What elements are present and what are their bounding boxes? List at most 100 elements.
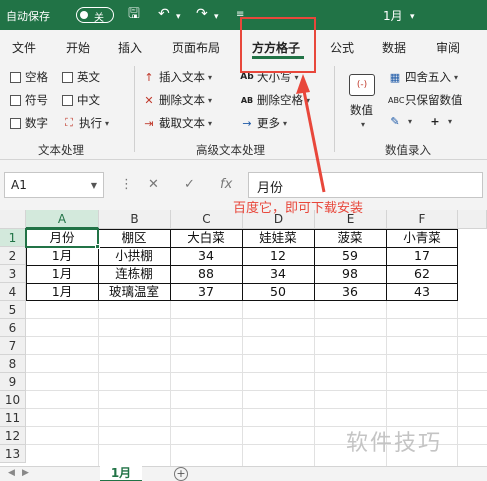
row-header[interactable]: 6 — [0, 319, 26, 337]
checkbox-space[interactable]: 空格 — [10, 69, 48, 85]
fill-handle[interactable] — [95, 244, 100, 249]
autosave-state: 关 — [94, 13, 104, 24]
name-box[interactable]: A1 ▼ — [4, 172, 104, 198]
tab-home[interactable]: 开始 — [66, 39, 90, 56]
tab-formulas[interactable]: 公式 — [330, 39, 354, 56]
gridline — [26, 408, 487, 409]
row-header[interactable]: 4 — [0, 283, 26, 301]
cell-b2[interactable]: 小拱棚 — [98, 247, 170, 265]
redo-dropdown-icon[interactable]: ▾ — [214, 8, 219, 26]
workbook-title: 1月 — [383, 9, 403, 23]
gridline — [26, 354, 487, 355]
cell-d4[interactable]: 50 — [242, 283, 314, 301]
undo-icon[interactable]: ↶ — [158, 5, 170, 23]
row-header[interactable]: 12 — [0, 427, 26, 445]
spreadsheet-grid: A B C D E F 1 2 3 4 5 6 7 8 9 10 11 12 1… — [0, 210, 487, 466]
chevron-down-icon[interactable]: ▼ — [91, 181, 97, 190]
checkbox-chinese[interactable]: 中文 — [62, 92, 100, 108]
cell-b1[interactable]: 棚区 — [98, 229, 170, 247]
row-header[interactable]: 9 — [0, 373, 26, 391]
gridline — [26, 390, 487, 391]
function-icon[interactable]: fx — [220, 177, 232, 192]
enter-icon[interactable]: ✓ — [184, 177, 195, 192]
row-header[interactable]: 7 — [0, 337, 26, 355]
cell-c2[interactable]: 34 — [170, 247, 242, 265]
cell-b3[interactable]: 连栋棚 — [98, 265, 170, 283]
cell-e2[interactable]: 59 — [314, 247, 386, 265]
cell-f3[interactable]: 62 — [386, 265, 458, 283]
delete-space-button[interactable]: AB 删除空格 ▾ — [240, 92, 310, 108]
cell-d3[interactable]: 34 — [242, 265, 314, 283]
row-header[interactable]: 2 — [0, 247, 26, 265]
cell-f1[interactable]: 小青菜 — [386, 229, 458, 247]
column-header-g[interactable] — [458, 210, 487, 229]
save-icon[interactable]: 🖫 — [128, 5, 140, 23]
column-header-a[interactable]: A — [26, 210, 99, 229]
row-header[interactable]: 8 — [0, 355, 26, 373]
cell-f2[interactable]: 17 — [386, 247, 458, 265]
cell-f4[interactable]: 43 — [386, 283, 458, 301]
row-header[interactable]: 1 — [0, 229, 26, 247]
row-header[interactable]: 10 — [0, 391, 26, 409]
cancel-icon[interactable]: ✕ — [148, 177, 159, 192]
add-sheet-icon[interactable]: + — [174, 467, 188, 481]
keep-values-icon: ABC — [388, 95, 405, 105]
row-header[interactable]: 5 — [0, 301, 26, 319]
insert-text-button[interactable]: ↑ 插入文本 ▾ — [142, 69, 212, 85]
cell-a2[interactable]: 1月 — [26, 247, 98, 265]
cell-c3[interactable]: 88 — [170, 265, 242, 283]
tab-file[interactable]: 文件 — [12, 39, 36, 56]
delete-text-icon: ✕ — [144, 93, 154, 107]
formula-input[interactable]: 月份 — [248, 172, 483, 198]
cell-c4[interactable]: 37 — [170, 283, 242, 301]
cell-a4[interactable]: 1月 — [26, 283, 98, 301]
group-label-advanced: 高级文本处理 — [196, 143, 265, 157]
cell-d2[interactable]: 12 — [242, 247, 314, 265]
toggle-knob — [80, 11, 88, 19]
extract-text-button[interactable]: ⇥ 截取文本 ▾ — [142, 115, 212, 131]
watermark-text: 软件技巧 — [346, 431, 443, 456]
cell-e4[interactable]: 36 — [314, 283, 386, 301]
column-header-b[interactable]: B — [99, 210, 171, 229]
checkbox-english[interactable]: 英文 — [62, 69, 100, 85]
value-icon[interactable]: (-) — [349, 74, 375, 96]
redo-icon[interactable]: ↷ — [196, 5, 208, 23]
cell-d1[interactable]: 娃娃菜 — [242, 229, 314, 247]
tab-data[interactable]: 数据 — [382, 39, 406, 56]
checkbox-symbol[interactable]: 符号 — [10, 92, 48, 108]
cell-e3[interactable]: 98 — [314, 265, 386, 283]
plus-button[interactable]: + ▾ — [428, 115, 452, 128]
sheet-tab[interactable]: 1月 — [100, 466, 142, 481]
delete-text-button[interactable]: ✕ 删除文本 ▾ — [142, 92, 212, 108]
cell-b4[interactable]: 玻璃温室 — [98, 283, 170, 301]
more-button[interactable]: → 更多 ▾ — [240, 115, 287, 131]
title-dropdown-icon[interactable]: ▾ — [410, 8, 415, 26]
column-header-f[interactable]: F — [387, 210, 458, 229]
gridline — [26, 372, 487, 373]
checkbox-number[interactable]: 数字 — [10, 115, 48, 131]
more-dots-icon[interactable]: ⋮ — [120, 177, 133, 192]
row-header[interactable]: 3 — [0, 265, 26, 283]
round-button[interactable]: ▦ 四舍五入 ▾ — [388, 69, 458, 85]
cell-a3[interactable]: 1月 — [26, 265, 98, 283]
value-button[interactable]: 数值 — [350, 102, 373, 118]
annotation-text: 百度它，即可下载安装 — [233, 201, 364, 216]
row-header[interactable]: 13 — [0, 445, 26, 463]
tab-highlight-box — [240, 17, 316, 73]
value-dropdown-icon[interactable]: ▾ — [361, 120, 365, 129]
undo-dropdown-icon[interactable]: ▾ — [176, 8, 181, 26]
row-header[interactable]: 11 — [0, 409, 26, 427]
cell-e1[interactable]: 菠菜 — [314, 229, 386, 247]
scroll-left-icon[interactable]: ◀ — [8, 468, 15, 478]
scroll-right-icon[interactable]: ▶ — [22, 468, 29, 478]
cell-c1[interactable]: 大白菜 — [170, 229, 242, 247]
edit-icon-button[interactable]: ✎ ▾ — [388, 115, 412, 128]
tab-review[interactable]: 审阅 — [436, 39, 460, 56]
autosave-toggle[interactable]: 关 — [76, 7, 114, 24]
select-all-corner[interactable] — [0, 210, 26, 229]
tab-page-layout[interactable]: 页面布局 — [172, 39, 220, 56]
group-label-numeric: 数值录入 — [385, 143, 431, 157]
execute-button[interactable]: ⛶ 执行 ▾ — [62, 115, 109, 131]
tab-insert[interactable]: 插入 — [118, 39, 142, 56]
keep-values-button[interactable]: ABC 只保留数值 — [388, 92, 463, 108]
